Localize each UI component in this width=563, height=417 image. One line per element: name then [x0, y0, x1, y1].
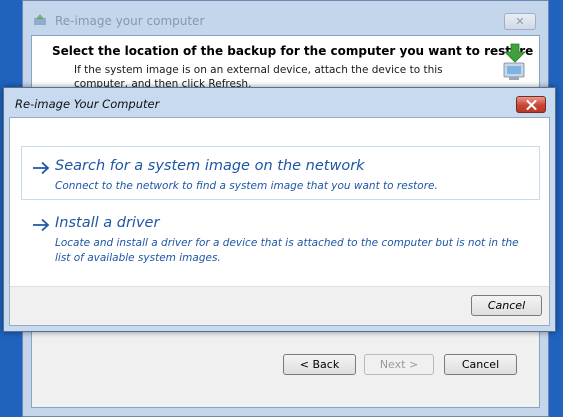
back-button[interactable]: < Back [283, 354, 356, 375]
close-icon [526, 100, 537, 110]
dialog-content-panel: Search for a system image on the network… [9, 117, 550, 326]
background-cancel-button[interactable]: Cancel [444, 354, 517, 375]
search-network-option[interactable]: Search for a system image on the network… [21, 146, 540, 200]
dialog-close-button[interactable] [516, 96, 546, 113]
dialog-title: Re-image Your Computer [15, 97, 160, 111]
computer-restore-icon [503, 43, 526, 80]
background-close-button[interactable]: ✕ [504, 13, 536, 30]
reimage-dialog: Re-image Your Computer Search for a syst… [3, 87, 556, 332]
next-button[interactable]: Next > [364, 354, 434, 375]
search-network-description: Connect to the network to find a system … [55, 180, 438, 192]
reimage-icon [34, 14, 46, 25]
right-arrow-icon [33, 218, 50, 232]
install-driver-title: Install a driver [55, 215, 160, 231]
cancel-button[interactable]: Cancel [471, 295, 542, 316]
search-network-title: Search for a system image on the network [55, 158, 365, 174]
right-arrow-icon [33, 161, 50, 175]
dialog-footer: Cancel [10, 286, 549, 325]
background-window-title: Re-image your computer [55, 14, 205, 28]
background-heading: Select the location of the backup for th… [52, 44, 534, 58]
background-titlebar: Re-image your computer ✕ [23, 1, 548, 35]
background-button-bar: < Back Next > Cancel [32, 330, 539, 407]
install-driver-option[interactable]: Install a driver Locate and install a dr… [21, 203, 540, 273]
install-driver-description: Locate and install a driver for a device… [55, 237, 519, 264]
